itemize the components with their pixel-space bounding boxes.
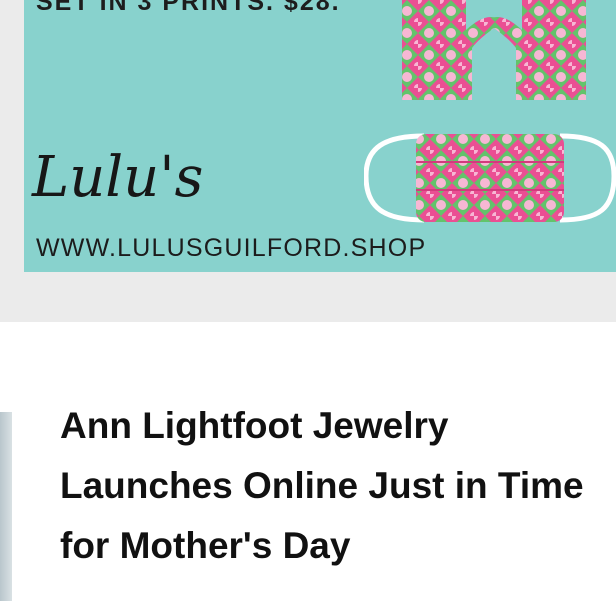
gloves-image xyxy=(402,0,586,100)
lulus-logo: Lulu's xyxy=(32,145,204,210)
ad-website-url[interactable]: WWW.LULUSGUILFORD.SHOP xyxy=(36,234,426,263)
ad-section: SET IN 3 PRINTS. $28. Lulu's WWW.LULUSGU… xyxy=(0,0,616,322)
article-title[interactable]: Ann Lightfoot Jewelry Launches Online Ju… xyxy=(60,396,616,576)
face-mask-image xyxy=(364,133,616,223)
lulus-ad-banner[interactable]: SET IN 3 PRINTS. $28. Lulu's WWW.LULUSGU… xyxy=(24,0,616,272)
article-thumbnail[interactable] xyxy=(0,412,12,601)
ad-headline: SET IN 3 PRINTS. $28. xyxy=(36,0,341,16)
